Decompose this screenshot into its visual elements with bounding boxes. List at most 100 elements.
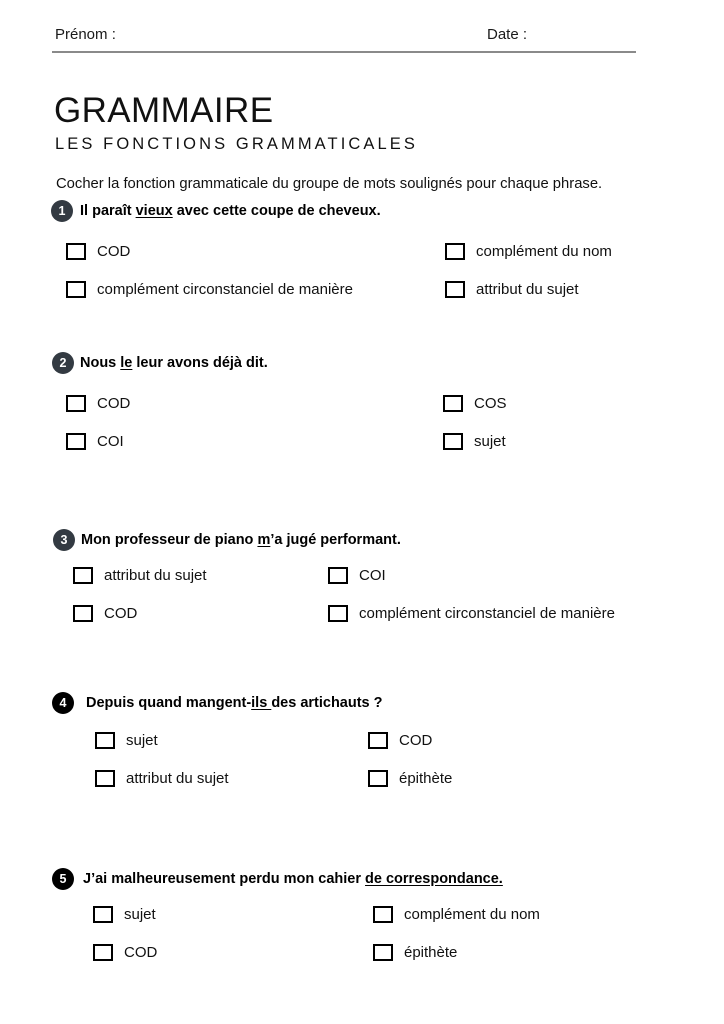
option-label: COD <box>399 732 433 749</box>
question-sentence: Nous le leur avons déjà dit. <box>80 354 268 373</box>
checkbox-icon[interactable] <box>95 770 115 787</box>
checkbox-icon[interactable] <box>66 281 86 298</box>
option-label: complément du nom <box>404 906 540 923</box>
question-number-badge: 4 <box>52 692 74 714</box>
header-divider <box>52 51 636 53</box>
checkbox-icon[interactable] <box>95 732 115 749</box>
option-row[interactable]: COI <box>66 432 124 451</box>
option-row[interactable]: COS <box>443 394 507 413</box>
option-row[interactable]: attribut du sujet <box>95 769 229 788</box>
checkbox-icon[interactable] <box>443 395 463 412</box>
question-3: 3 Mon professeur de piano m’a jugé perfor… <box>0 529 724 622</box>
question-sentence: J’ai malheureusement perdu mon cahier de… <box>83 870 503 889</box>
option-row[interactable]: COI <box>328 566 386 585</box>
option-row[interactable]: attribut du sujet <box>73 566 207 585</box>
checkbox-icon[interactable] <box>73 567 93 584</box>
option-row[interactable]: sujet <box>443 432 506 451</box>
question-number-badge: 5 <box>52 868 74 890</box>
option-label: COD <box>124 944 158 961</box>
option-label: attribut du sujet <box>104 567 207 584</box>
option-label: épithète <box>404 944 458 961</box>
sentence-segment: ’a jugé performant. <box>270 532 401 548</box>
option-label: COI <box>97 433 124 450</box>
option-label: complément circonstanciel de manière <box>97 281 353 298</box>
sentence-segment: des artichauts ? <box>271 695 383 711</box>
option-row[interactable]: complément circonstanciel de manière <box>328 604 615 623</box>
option-label: sujet <box>474 433 506 450</box>
sentence-segment: Nous <box>80 355 121 371</box>
checkbox-icon[interactable] <box>328 567 348 584</box>
question-number-badge: 1 <box>51 200 73 222</box>
sentence-segment: Il paraît <box>80 203 136 219</box>
sentence-segment: leur avons déjà dit. <box>132 355 268 371</box>
option-label: COI <box>359 567 386 584</box>
option-row[interactable]: sujet <box>95 731 158 750</box>
option-row[interactable]: attribut du sujet <box>445 280 579 299</box>
prenom-label: Prénom : <box>55 26 116 43</box>
checkbox-icon[interactable] <box>328 605 348 622</box>
option-label: sujet <box>126 732 158 749</box>
option-label: complément du nom <box>476 243 612 260</box>
question-5: 5 J’ai malheureusement perdu mon cahier d… <box>0 868 724 961</box>
sentence-segment: Depuis quand mangent- <box>86 695 252 711</box>
checkbox-icon[interactable] <box>373 944 393 961</box>
option-row[interactable]: COD <box>368 731 432 750</box>
underlined-segment: de correspondance. <box>365 871 503 887</box>
option-row[interactable]: COD <box>66 242 130 261</box>
date-label: Date : <box>487 26 528 43</box>
instruction-text: Cocher la fonction grammaticale du group… <box>56 175 603 192</box>
option-row[interactable]: épithète <box>368 769 452 788</box>
checkbox-icon[interactable] <box>445 281 465 298</box>
checkbox-icon[interactable] <box>93 944 113 961</box>
checkbox-icon[interactable] <box>93 906 113 923</box>
question-number-badge: 3 <box>53 529 75 551</box>
checkbox-icon[interactable] <box>373 906 393 923</box>
page-subtitle: LES FONCTIONS GRAMMATICALES <box>55 134 419 153</box>
option-label: COD <box>104 605 138 622</box>
page-title: GRAMMAIRE <box>54 91 274 131</box>
option-label: épithète <box>399 770 453 787</box>
checkbox-icon[interactable] <box>66 433 86 450</box>
option-label: COD <box>97 243 131 260</box>
option-label: COS <box>474 395 507 412</box>
sentence-segment: J’ai malheureusement perdu mon cahier <box>83 871 366 887</box>
question-sentence: Il paraît vieux avec cette coupe de chev… <box>80 202 381 221</box>
option-row[interactable]: complément du nom <box>445 242 612 261</box>
option-label: COD <box>97 395 131 412</box>
question-number-badge: 2 <box>52 352 74 374</box>
option-row[interactable]: COD <box>93 943 157 962</box>
underlined-segment: m <box>257 532 271 548</box>
option-row[interactable]: complément circonstanciel de manière <box>66 280 353 299</box>
option-row[interactable]: complément du nom <box>373 905 540 924</box>
option-label: attribut du sujet <box>126 770 229 787</box>
option-row[interactable]: COD <box>66 394 130 413</box>
question-header: 3 Mon professeur de piano m’a jugé perfor… <box>0 529 724 555</box>
question-2: 2 Nous le leur avons déjà dit. COD COI COS su… <box>0 352 724 450</box>
question-1: 1 Il paraît vieux avec cette coupe de che… <box>0 200 724 298</box>
option-label: sujet <box>124 906 156 923</box>
worksheet-page: Prénom : Date : GRAMMAIRE LES FONCTIONS … <box>0 0 724 1024</box>
option-label: complément circonstanciel de manière <box>359 605 615 622</box>
question-sentence: Depuis quand mangent-ils des artichauts … <box>86 694 383 713</box>
underlined-segment: le <box>120 355 133 371</box>
sentence-segment: avec cette coupe de cheveux. <box>172 203 381 219</box>
question-header: 2 Nous le leur avons déjà dit. <box>0 352 724 378</box>
option-row[interactable]: épithète <box>373 943 457 962</box>
option-label: attribut du sujet <box>476 281 579 298</box>
checkbox-icon[interactable] <box>368 732 388 749</box>
option-row[interactable]: COD <box>73 604 137 623</box>
question-header: 4 Depuis quand mangent-ils des artichauts… <box>0 692 724 718</box>
option-row[interactable]: sujet <box>93 905 156 924</box>
question-4: 4 Depuis quand mangent-ils des artichauts… <box>0 692 724 787</box>
checkbox-icon[interactable] <box>445 243 465 260</box>
question-header: 1 Il paraît vieux avec cette coupe de che… <box>0 200 724 226</box>
checkbox-icon[interactable] <box>73 605 93 622</box>
underlined-segment: vieux <box>135 203 173 219</box>
checkbox-icon[interactable] <box>368 770 388 787</box>
worksheet-header: Prénom : Date : <box>52 26 636 54</box>
question-header: 5 J’ai malheureusement perdu mon cahier d… <box>0 868 724 894</box>
checkbox-icon[interactable] <box>443 433 463 450</box>
checkbox-icon[interactable] <box>66 395 86 412</box>
checkbox-icon[interactable] <box>66 243 86 260</box>
underlined-segment: ils <box>251 695 272 711</box>
